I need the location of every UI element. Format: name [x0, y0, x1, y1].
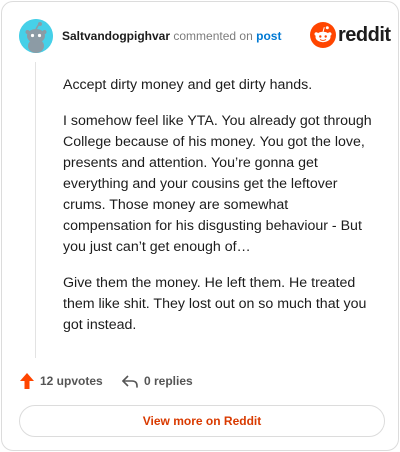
- post-link[interactable]: post: [256, 29, 281, 43]
- upvote-button[interactable]: 12 upvotes: [19, 371, 103, 391]
- comment-header: Saltvandogpighvar commented on post redd…: [19, 19, 391, 53]
- commented-on-text: commented on: [173, 29, 253, 43]
- snoo-avatar-icon[interactable]: [19, 19, 53, 53]
- reply-count: 0 replies: [144, 374, 193, 388]
- reply-arrow-icon: [122, 375, 138, 388]
- reddit-logo[interactable]: reddit: [310, 22, 391, 48]
- byline: Saltvandogpighvar commented on post: [62, 28, 281, 44]
- reply-button[interactable]: 0 replies: [121, 371, 193, 391]
- comment-actions: 12 upvotes 0 replies: [19, 371, 379, 391]
- view-more-button[interactable]: View more on Reddit: [19, 405, 385, 437]
- upvote-arrow-icon: [20, 373, 34, 389]
- comment-paragraph: Give them the money. He left them. He tr…: [63, 275, 367, 333]
- comment-paragraph: I somehow feel like YTA. You already got…: [63, 113, 372, 255]
- comment-paragraph: Accept dirty money and get dirty hands.: [63, 77, 313, 93]
- thread-line: [35, 62, 36, 358]
- reddit-logo-text: reddit: [338, 24, 391, 46]
- reddit-logo-icon: [310, 22, 336, 48]
- comment-body: Accept dirty money and get dirty hands. …: [63, 75, 375, 351]
- upvote-count: 12 upvotes: [40, 374, 103, 388]
- comment-embed-card: Saltvandogpighvar commented on post redd…: [1, 1, 399, 451]
- username-link[interactable]: Saltvandogpighvar: [62, 29, 170, 43]
